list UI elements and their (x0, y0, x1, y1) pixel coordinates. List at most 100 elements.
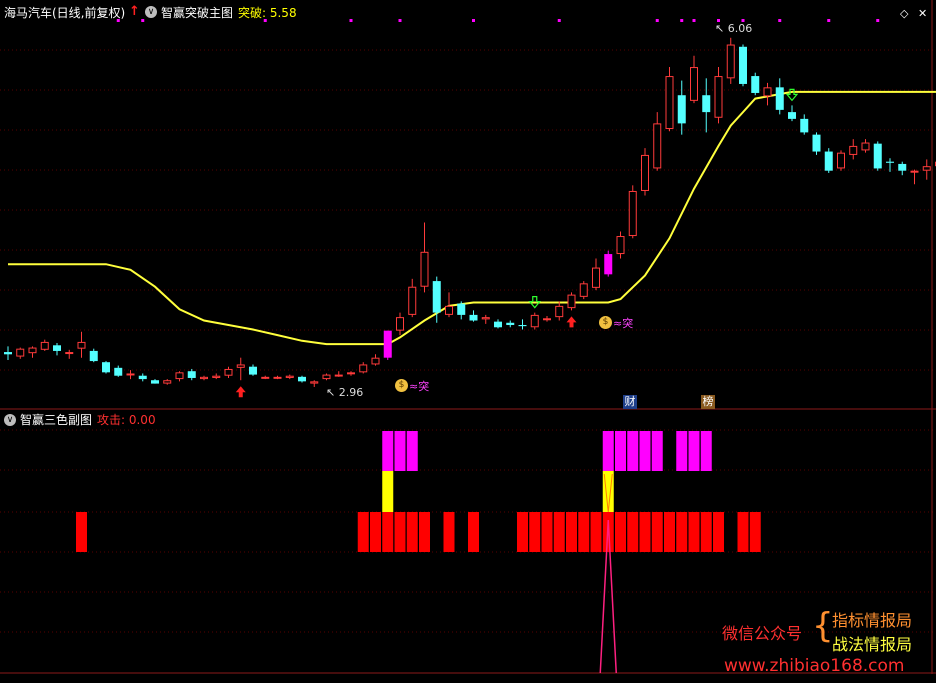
candle-body (396, 317, 404, 331)
diamond-icon[interactable]: ◇ (900, 8, 908, 20)
red-attack-bar (382, 512, 394, 552)
breakout-value-label: 突破: 5.58 (238, 6, 297, 20)
top-dot-marker (680, 19, 684, 22)
high-price-label: ↖ 6.06 (715, 22, 753, 35)
red-attack-bar (419, 512, 430, 552)
candle-body (873, 143, 882, 169)
candle-body (714, 76, 723, 118)
candle-body (641, 154, 649, 191)
candle-body (249, 366, 257, 375)
red-up-arrow-icon (566, 316, 577, 328)
candle-body (849, 145, 858, 155)
magenta-attack-bar (627, 431, 639, 471)
candle-body (469, 314, 478, 321)
candle-body (16, 348, 25, 357)
magenta-attack-bar (651, 431, 663, 471)
candle-body (224, 368, 233, 376)
stock-chart-canvas[interactable] (0, 0, 936, 683)
top-dot-marker (472, 19, 475, 22)
candle-body (383, 330, 392, 358)
red-attack-bar (406, 512, 418, 552)
red-attack-bar (700, 512, 712, 552)
candle-body (420, 251, 429, 287)
candle-body (114, 367, 123, 376)
candle-body (53, 345, 61, 351)
candle-body (530, 314, 539, 328)
candle-body (334, 374, 343, 377)
top-dot-marker (557, 19, 561, 22)
candle-body (739, 46, 747, 84)
watermark-name-1: 指标情报局 (832, 611, 913, 630)
candle-body (604, 254, 613, 275)
candle-body (40, 341, 49, 350)
top-dot-marker (349, 19, 353, 22)
close-icon[interactable]: ✕ (918, 8, 927, 20)
candle-body (837, 152, 845, 169)
top-dot-marker (827, 19, 831, 22)
red-attack-bar (541, 512, 553, 552)
chart-grid (0, 0, 936, 683)
top-dot-marker (876, 19, 880, 22)
candle-body (726, 44, 735, 79)
top-dot-marker (778, 19, 782, 22)
candle-body (89, 350, 98, 362)
candle-body (200, 376, 208, 380)
red-attack-bar (529, 512, 541, 552)
watermark-channel-label: 微信公众号 (722, 624, 803, 643)
candle-body (445, 305, 453, 315)
sub-indicator-name[interactable]: 智赢三色副图 (20, 413, 92, 427)
magenta-attack-bar (602, 431, 614, 471)
red-attack-bar (578, 512, 590, 552)
candle-body (347, 372, 355, 375)
money-bag-icon: $ (395, 379, 408, 392)
event-badge-bang[interactable]: 榜 (701, 395, 715, 409)
magenta-attack-bar (676, 431, 688, 471)
red-attack-bar (357, 512, 369, 552)
candle-body (898, 163, 907, 171)
main-indicator-name[interactable]: 智赢突破主图 (161, 6, 233, 20)
candle-body (665, 76, 674, 130)
candle-body (910, 170, 919, 173)
candle-body (653, 123, 662, 169)
magenta-attack-bar (406, 431, 418, 471)
red-attack-bar (664, 512, 675, 552)
red-up-arrow-icon (235, 386, 246, 398)
candle-body (800, 118, 809, 133)
candle-body (788, 112, 796, 119)
candle-body (77, 341, 86, 349)
candle-body (922, 166, 931, 171)
magenta-attack-bar (639, 431, 651, 471)
red-attack-bar (566, 512, 577, 552)
watermark-name-2: 战法情报局 (832, 635, 913, 654)
red-attack-bar (713, 512, 724, 552)
red-attack-bar (688, 512, 700, 552)
red-attack-bar (651, 512, 663, 552)
red-attack-bar (639, 512, 651, 552)
candle-body (518, 325, 527, 327)
top-dot-marker (655, 19, 659, 22)
three-color-sub-panel[interactable] (76, 431, 761, 674)
candle-body (65, 352, 74, 355)
candle-body (4, 352, 12, 355)
chevron-down-icon[interactable]: ∨ (145, 6, 157, 18)
candle-body (236, 364, 245, 368)
candle-body (126, 373, 135, 376)
money-bag-icon: $ (599, 316, 612, 329)
watermark-url: www.zhibiao168.com (724, 656, 905, 676)
red-attack-bar (553, 512, 565, 552)
candle-body (616, 236, 625, 255)
candle-body (457, 303, 466, 315)
candle-body (298, 376, 306, 382)
candle-body (886, 161, 894, 163)
red-attack-bar (615, 512, 626, 552)
breakout-signal-text: ≈突 (409, 380, 430, 393)
red-attack-bar (590, 512, 602, 552)
magenta-attack-bar (394, 431, 406, 471)
candle-body (555, 305, 564, 318)
event-badge-cai[interactable]: 财 (623, 395, 637, 409)
red-attack-bar (394, 512, 406, 552)
candle-body (163, 380, 172, 384)
candle-body (408, 286, 417, 315)
candle-body (567, 294, 576, 309)
chevron-down-icon[interactable]: ∨ (4, 414, 16, 426)
